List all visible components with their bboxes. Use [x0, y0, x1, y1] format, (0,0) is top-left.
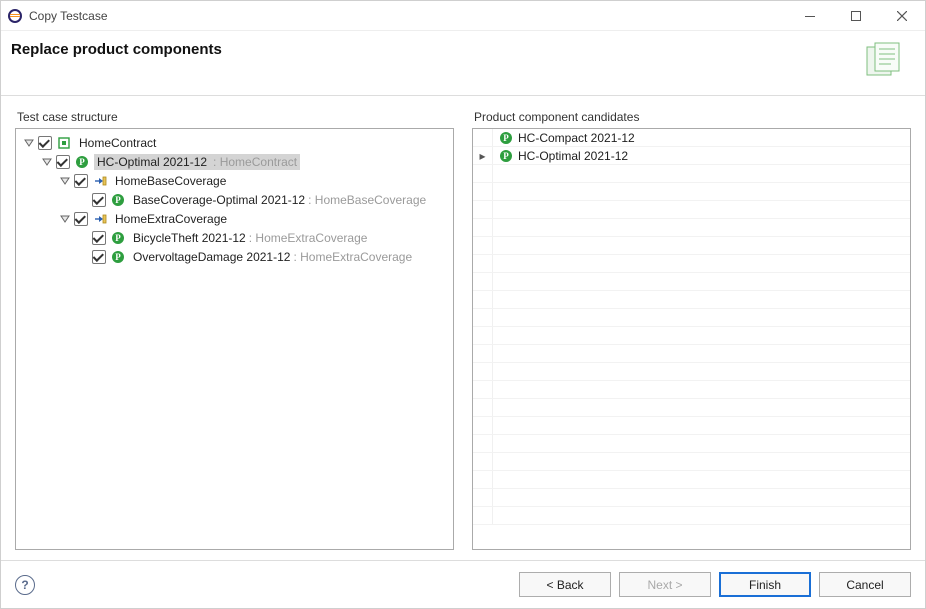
product-icon: P: [499, 131, 513, 145]
minimize-button[interactable]: [787, 1, 833, 31]
product-icon: P: [110, 249, 126, 265]
tree-item-suffix: : HomeBaseCoverage: [308, 193, 426, 207]
close-button[interactable]: [879, 1, 925, 31]
chevron-down-icon[interactable]: [58, 174, 72, 188]
right-panel-label: Product component candidates: [472, 110, 911, 124]
product-icon: P: [110, 230, 126, 246]
cancel-button[interactable]: Cancel: [819, 572, 911, 597]
page-title: Replace product components: [11, 41, 222, 58]
twisty-none: [76, 193, 90, 207]
right-panel: Product component candidates P HC-Compact…: [472, 110, 911, 550]
tree-item-label[interactable]: HomeContract: [76, 135, 159, 151]
checkbox[interactable]: [92, 250, 106, 264]
svg-text:P: P: [115, 252, 121, 262]
checkbox[interactable]: [92, 231, 106, 245]
candidate-row-empty: [473, 273, 910, 291]
tree-item-suffix: : HomeExtraCoverage: [293, 250, 412, 264]
tree-item-suffix: : HomeExtraCoverage: [249, 231, 368, 245]
tree-row[interactable]: HomeBaseCoverage: [18, 171, 451, 190]
candidate-row-empty: [473, 291, 910, 309]
dialog-header: Replace product components: [1, 31, 925, 96]
candidate-row-empty: [473, 183, 910, 201]
current-marker-icon: ▸: [473, 147, 493, 164]
candidate-row-empty: [473, 309, 910, 327]
candidate-row-empty: [473, 219, 910, 237]
candidate-row[interactable]: P HC-Compact 2021-12: [473, 129, 910, 147]
svg-text:P: P: [79, 157, 85, 167]
candidate-cell[interactable]: P HC-Optimal 2021-12: [493, 149, 628, 163]
candidate-row-empty: [473, 327, 910, 345]
product-icon: P: [499, 149, 513, 163]
candidate-row-empty: [473, 381, 910, 399]
content-area: Test case structure HomeContract P HC-Opti…: [1, 96, 925, 560]
twisty-none: [76, 250, 90, 264]
row-marker-empty: [473, 129, 493, 146]
candidate-row-empty: [473, 345, 910, 363]
maximize-button[interactable]: [833, 1, 879, 31]
candidate-row-empty: [473, 417, 910, 435]
product-icon: P: [110, 192, 126, 208]
wizard-banner-icon: [861, 41, 909, 81]
checkbox[interactable]: [38, 136, 52, 150]
tree-row[interactable]: HomeContract: [18, 133, 451, 152]
finish-button[interactable]: Finish: [719, 572, 811, 597]
candidate-row[interactable]: ▸ P HC-Optimal 2021-12: [473, 147, 910, 165]
product-icon: P: [74, 154, 90, 170]
button-bar: ? < Back Next > Finish Cancel: [1, 560, 925, 608]
chevron-down-icon[interactable]: [22, 136, 36, 150]
tree-row[interactable]: P OvervoltageDamage 2021-12 : HomeExtraCo…: [18, 247, 451, 266]
candidate-row-empty: [473, 399, 910, 417]
root-icon: [56, 135, 72, 151]
candidate-row-empty: [473, 237, 910, 255]
candidates-table[interactable]: P HC-Compact 2021-12 ▸ P HC-Optimal 2021-12: [472, 128, 911, 550]
chevron-down-icon[interactable]: [40, 155, 54, 169]
chevron-down-icon[interactable]: [58, 212, 72, 226]
help-icon[interactable]: ?: [15, 575, 35, 595]
svg-text:P: P: [115, 195, 121, 205]
candidate-row-empty: [473, 165, 910, 183]
left-panel: Test case structure HomeContract P HC-Opti…: [15, 110, 454, 550]
tree-item-label[interactable]: HomeExtraCoverage: [112, 211, 230, 227]
tree-viewer[interactable]: HomeContract P HC-Optimal 2021-12 : HomeCo…: [15, 128, 454, 550]
tree-item-label[interactable]: BicycleTheft 2021-12: [130, 230, 249, 246]
eclipse-icon: [7, 8, 23, 24]
tree-item-label[interactable]: HC-Optimal 2021-12: [94, 154, 210, 170]
checkbox[interactable]: [56, 155, 70, 169]
candidate-row-empty: [473, 435, 910, 453]
candidate-label: HC-Optimal 2021-12: [518, 149, 628, 163]
candidate-row-empty: [473, 489, 910, 507]
titlebar: Copy Testcase: [1, 1, 925, 31]
link-icon: [92, 173, 108, 189]
tree-item-suffix: : HomeContract: [210, 154, 300, 170]
twisty-none: [76, 231, 90, 245]
checkbox[interactable]: [74, 212, 88, 226]
next-button: Next >: [619, 572, 711, 597]
svg-text:P: P: [503, 151, 509, 161]
candidate-label: HC-Compact 2021-12: [518, 131, 635, 145]
candidate-row-empty: [473, 363, 910, 381]
left-panel-label: Test case structure: [15, 110, 454, 124]
tree-item-label[interactable]: HomeBaseCoverage: [112, 173, 229, 189]
candidate-cell[interactable]: P HC-Compact 2021-12: [493, 131, 635, 145]
candidate-row-empty: [473, 453, 910, 471]
candidate-row-empty: [473, 507, 910, 525]
candidate-row-empty: [473, 255, 910, 273]
svg-text:P: P: [115, 233, 121, 243]
back-button[interactable]: < Back: [519, 572, 611, 597]
svg-text:P: P: [503, 133, 509, 143]
tree-item-label[interactable]: OvervoltageDamage 2021-12: [130, 249, 293, 265]
checkbox[interactable]: [92, 193, 106, 207]
tree-row[interactable]: P BicycleTheft 2021-12 : HomeExtraCoverag…: [18, 228, 451, 247]
candidate-row-empty: [473, 201, 910, 219]
tree-item-label[interactable]: BaseCoverage-Optimal 2021-12: [130, 192, 308, 208]
tree-row[interactable]: HomeExtraCoverage: [18, 209, 451, 228]
checkbox[interactable]: [74, 174, 88, 188]
candidate-row-empty: [473, 471, 910, 489]
tree-row[interactable]: P BaseCoverage-Optimal 2021-12 : HomeBase…: [18, 190, 451, 209]
link-icon: [92, 211, 108, 227]
window-title: Copy Testcase: [29, 9, 108, 23]
tree-row[interactable]: P HC-Optimal 2021-12 : HomeContract: [18, 152, 451, 171]
